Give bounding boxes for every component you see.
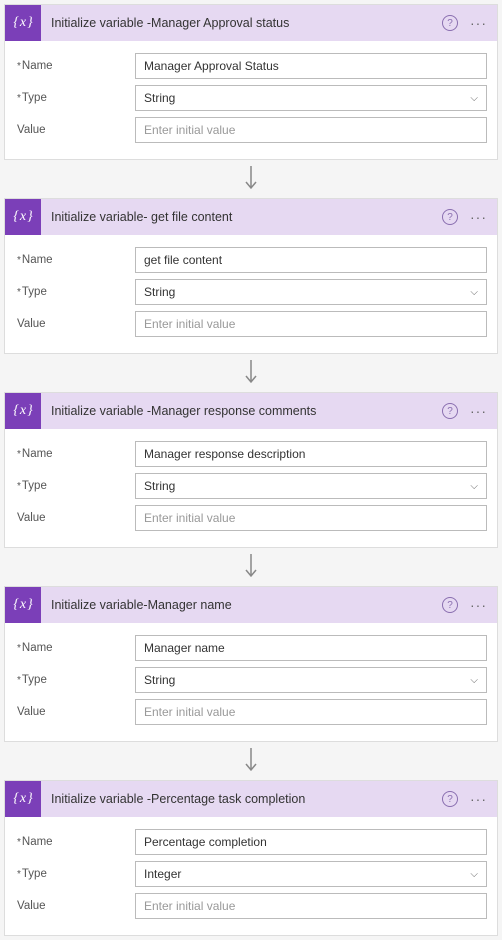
name-label: Name — [15, 836, 135, 848]
card-body: Name Manager response description Type S… — [5, 429, 497, 547]
flow-arrow-icon — [0, 358, 502, 388]
type-label: Type — [15, 674, 135, 686]
type-value: String — [144, 91, 175, 105]
card-header[interactable]: x Initialize variable -Percentage task c… — [5, 781, 497, 817]
value-input[interactable] — [135, 699, 487, 725]
more-icon[interactable]: ··· — [466, 13, 491, 33]
type-label: Type — [15, 92, 135, 104]
help-icon[interactable]: ? — [442, 209, 458, 225]
card-header[interactable]: x Initialize variable -Manager response … — [5, 393, 497, 429]
help-icon[interactable]: ? — [442, 403, 458, 419]
value-input[interactable] — [135, 893, 487, 919]
chevron-down-icon: ⌵ — [470, 287, 478, 298]
action-card: x Initialize variable -Manager Approval … — [4, 4, 498, 160]
card-body: Name Percentage completion Type Integer … — [5, 817, 497, 935]
variable-icon: x — [5, 587, 41, 623]
value-label: Value — [15, 706, 135, 718]
type-label: Type — [15, 868, 135, 880]
type-value: String — [144, 479, 175, 493]
type-select[interactable]: String ⌵ — [135, 85, 487, 111]
value-input[interactable] — [135, 505, 487, 531]
help-icon[interactable]: ? — [442, 15, 458, 31]
variable-icon: x — [5, 199, 41, 235]
name-field[interactable]: Manager Approval Status — [135, 53, 487, 79]
card-title: Initialize variable- get file content — [41, 210, 442, 224]
value-label: Value — [15, 512, 135, 524]
variable-icon: x — [5, 5, 41, 41]
name-field[interactable]: Percentage completion — [135, 829, 487, 855]
card-body: Name Manager name Type String ⌵ Value — [5, 623, 497, 741]
type-value: String — [144, 285, 175, 299]
type-select[interactable]: Integer ⌵ — [135, 861, 487, 887]
value-label: Value — [15, 124, 135, 136]
card-body: Name get file content Type String ⌵ Valu… — [5, 235, 497, 353]
chevron-down-icon: ⌵ — [470, 869, 478, 880]
value-input[interactable] — [135, 311, 487, 337]
card-title: Initialize variable-Manager name — [41, 598, 442, 612]
chevron-down-icon: ⌵ — [470, 93, 478, 104]
action-card: x Initialize variable- get file content … — [4, 198, 498, 354]
value-input[interactable] — [135, 117, 487, 143]
action-card: x Initialize variable-Manager name ? ···… — [4, 586, 498, 742]
name-label: Name — [15, 254, 135, 266]
name-field[interactable]: Manager name — [135, 635, 487, 661]
more-icon[interactable]: ··· — [466, 207, 491, 227]
card-title: Initialize variable -Manager response co… — [41, 404, 442, 418]
action-card: x Initialize variable -Manager response … — [4, 392, 498, 548]
flow-arrow-icon — [0, 552, 502, 582]
card-header[interactable]: x Initialize variable -Manager Approval … — [5, 5, 497, 41]
help-icon[interactable]: ? — [442, 597, 458, 613]
name-field[interactable]: get file content — [135, 247, 487, 273]
name-field[interactable]: Manager response description — [135, 441, 487, 467]
type-value: String — [144, 673, 175, 687]
card-title: Initialize variable -Manager Approval st… — [41, 16, 442, 30]
card-header[interactable]: x Initialize variable- get file content … — [5, 199, 497, 235]
value-label: Value — [15, 900, 135, 912]
type-select[interactable]: String ⌵ — [135, 279, 487, 305]
name-label: Name — [15, 448, 135, 460]
variable-icon: x — [5, 393, 41, 429]
variable-icon: x — [5, 781, 41, 817]
flow-arrow-icon — [0, 164, 502, 194]
flow-arrow-icon — [0, 746, 502, 776]
name-label: Name — [15, 642, 135, 654]
more-icon[interactable]: ··· — [466, 401, 491, 421]
type-value: Integer — [144, 867, 181, 881]
more-icon[interactable]: ··· — [466, 789, 491, 809]
type-select[interactable]: String ⌵ — [135, 667, 487, 693]
type-label: Type — [15, 480, 135, 492]
type-select[interactable]: String ⌵ — [135, 473, 487, 499]
chevron-down-icon: ⌵ — [470, 481, 478, 492]
card-header[interactable]: x Initialize variable-Manager name ? ··· — [5, 587, 497, 623]
card-title: Initialize variable -Percentage task com… — [41, 792, 442, 806]
action-card: x Initialize variable -Percentage task c… — [4, 780, 498, 936]
name-label: Name — [15, 60, 135, 72]
card-body: Name Manager Approval Status Type String… — [5, 41, 497, 159]
help-icon[interactable]: ? — [442, 791, 458, 807]
value-label: Value — [15, 318, 135, 330]
chevron-down-icon: ⌵ — [470, 675, 478, 686]
type-label: Type — [15, 286, 135, 298]
more-icon[interactable]: ··· — [466, 595, 491, 615]
